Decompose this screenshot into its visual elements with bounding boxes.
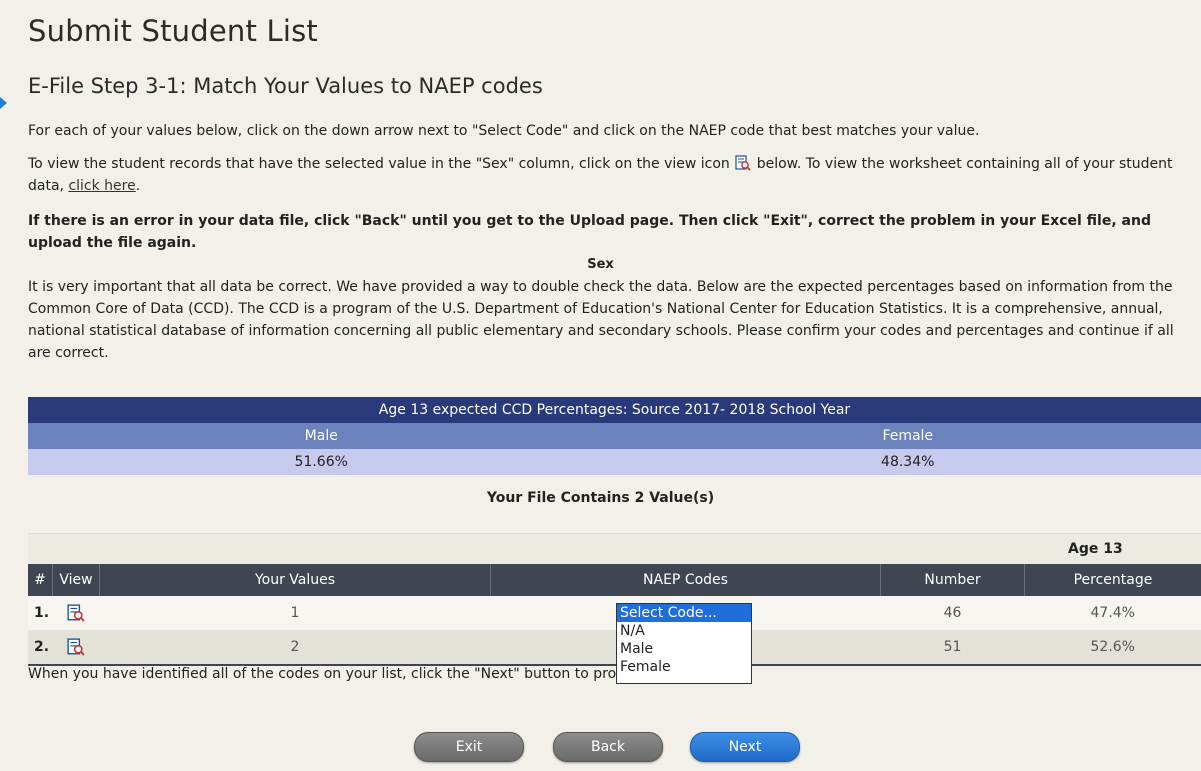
dropdown-option-female[interactable]: Female [617, 658, 751, 676]
section-heading: Sex [587, 257, 614, 272]
instruction-view-text-a: To view the student records that have th… [28, 156, 730, 172]
table-row: 2. 2 51 52.6% [28, 630, 1201, 665]
col-header-your-values: Your Values [99, 564, 491, 596]
table-row: 1. 1 46 47.4% [28, 596, 1201, 630]
arrow-right-icon [0, 97, 7, 109]
instruction-select-code: For each of your values below, click on … [28, 123, 980, 139]
row-view-cell [52, 630, 100, 665]
ccd-value-female: 48.34% [614, 449, 1201, 475]
file-contains-label: Your File Contains 2 Value(s) [486, 490, 715, 506]
col-header-number: Number [880, 564, 1025, 596]
ccd-percentages-table: Age 13 expected CCD Percentages: Source … [28, 397, 1201, 475]
instruction-view: To view the student records that have th… [28, 153, 1198, 197]
view-record-icon[interactable] [67, 604, 85, 622]
footer-instruction: When you have identified all of the code… [28, 666, 655, 682]
col-header-view: View [52, 564, 100, 596]
age-group-label: Age 13 [1068, 541, 1123, 557]
row-your-value: 1 [99, 596, 491, 630]
row-percentage: 52.6% [1024, 630, 1201, 665]
row-index: 1. [28, 596, 53, 630]
ccd-column-female: Female [614, 423, 1201, 449]
instruction-view-end: . [135, 178, 141, 194]
view-record-icon[interactable] [67, 638, 85, 656]
dropdown-option-na[interactable]: N/A [617, 622, 751, 640]
naep-code-dropdown-list[interactable]: Select Code... N/A Male Female [616, 603, 752, 684]
col-header-naep-codes: NAEP Codes [490, 564, 881, 596]
click-here-link[interactable]: click here [68, 178, 135, 194]
col-header-percentage: Percentage [1024, 564, 1201, 596]
back-button[interactable]: Back [553, 732, 663, 762]
top-border [0, 0, 1201, 10]
error-instruction: If there is an error in your data file, … [28, 213, 1151, 251]
row-your-value: 2 [99, 630, 491, 665]
next-button[interactable]: Next [690, 732, 800, 762]
row-number: 51 [880, 630, 1025, 665]
step-title: E-File Step 3-1: Match Your Values to NA… [28, 74, 543, 98]
ccd-table-header: Age 13 expected CCD Percentages: Source … [28, 397, 1201, 423]
age-group-row: Age 13 [28, 533, 1201, 565]
row-view-cell [52, 596, 100, 630]
dropdown-option-select-code[interactable]: Select Code... [617, 604, 751, 622]
dropdown-option-male[interactable]: Male [617, 640, 751, 658]
ccd-paragraph: It is very important that all data be co… [28, 279, 1174, 361]
exit-button[interactable]: Exit [414, 732, 524, 762]
row-index: 2. [28, 630, 53, 665]
view-record-icon[interactable] [735, 155, 751, 171]
values-table: # View Your Values NAEP Codes Number Per… [28, 564, 1201, 666]
ccd-column-male: Male [28, 423, 615, 449]
row-number: 46 [880, 596, 1025, 630]
col-header-index: # [28, 564, 53, 596]
page-title: Submit Student List [28, 14, 318, 48]
row-percentage: 47.4% [1024, 596, 1201, 630]
ccd-value-male: 51.66% [28, 449, 615, 475]
